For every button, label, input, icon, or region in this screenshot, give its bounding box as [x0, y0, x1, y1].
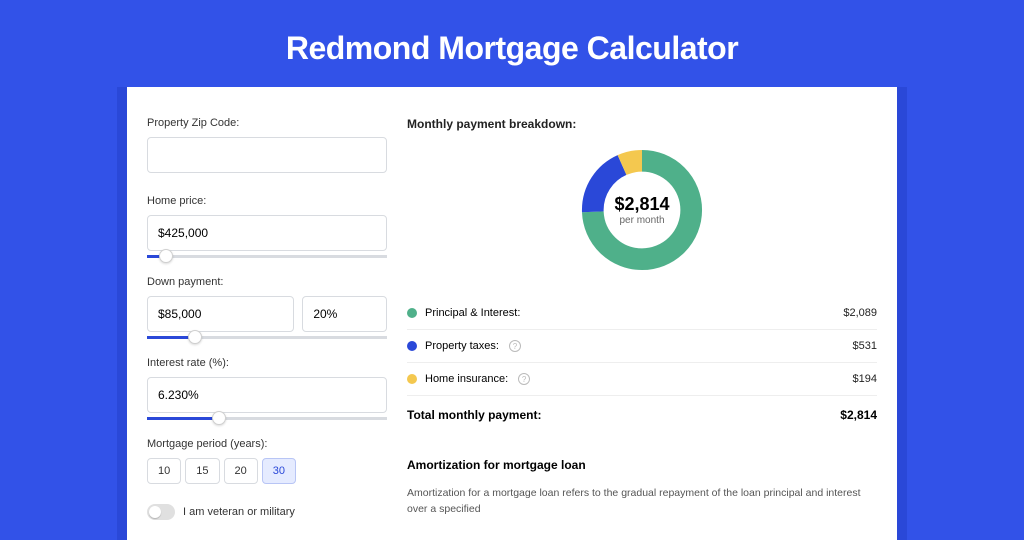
rate-label: Interest rate (%):: [147, 357, 387, 369]
calculator-card: Property Zip Code: Home price: Down paym…: [127, 87, 897, 540]
info-icon[interactable]: ?: [518, 373, 530, 385]
down-label: Down payment:: [147, 276, 387, 288]
down-input[interactable]: [147, 296, 294, 332]
dot-icon: [407, 308, 417, 318]
rate-input[interactable]: [147, 377, 387, 413]
price-input[interactable]: [147, 215, 387, 251]
zip-input[interactable]: [147, 137, 387, 173]
amortization-title: Amortization for mortgage loan: [407, 458, 877, 472]
donut-center-sub: per month: [619, 215, 664, 226]
price-slider[interactable]: [147, 255, 387, 258]
total-value: $2,814: [840, 408, 877, 422]
period-20[interactable]: 20: [224, 458, 258, 484]
legend-label: Principal & Interest:: [425, 307, 520, 319]
breakdown-panel: Monthly payment breakdown: $2,814 per mo…: [407, 117, 877, 520]
legend-value: $531: [853, 340, 877, 352]
period-30[interactable]: 30: [262, 458, 296, 484]
legend-value: $2,089: [843, 307, 877, 319]
donut-center-amount: $2,814: [614, 194, 669, 215]
legend-value: $194: [853, 373, 877, 385]
period-10[interactable]: 10: [147, 458, 181, 484]
rate-slider[interactable]: [147, 417, 387, 420]
price-label: Home price:: [147, 195, 387, 207]
dot-icon: [407, 341, 417, 351]
legend-row-principal: Principal & Interest: $2,089: [407, 297, 877, 329]
veteran-row: I am veteran or military: [147, 504, 387, 520]
down-slider[interactable]: [147, 336, 387, 339]
zip-label: Property Zip Code:: [147, 117, 387, 129]
info-icon[interactable]: ?: [509, 340, 521, 352]
period-label: Mortgage period (years):: [147, 438, 387, 450]
period-group: 10 15 20 30: [147, 458, 387, 484]
legend-row-insurance: Home insurance: ? $194: [407, 362, 877, 395]
dot-icon: [407, 374, 417, 384]
donut-chart: $2,814 per month: [407, 145, 877, 275]
content-band: Property Zip Code: Home price: Down paym…: [117, 87, 907, 540]
total-row: Total monthly payment: $2,814: [407, 395, 877, 434]
amortization-text: Amortization for a mortgage loan refers …: [407, 486, 877, 518]
total-label: Total monthly payment:: [407, 408, 541, 422]
veteran-toggle[interactable]: [147, 504, 175, 520]
page-title: Redmond Mortgage Calculator: [0, 0, 1024, 87]
down-pct-input[interactable]: [302, 296, 387, 332]
legend-label: Property taxes:: [425, 340, 499, 352]
breakdown-title: Monthly payment breakdown:: [407, 117, 877, 131]
legend-label: Home insurance:: [425, 373, 508, 385]
period-15[interactable]: 15: [185, 458, 219, 484]
veteran-label: I am veteran or military: [183, 506, 295, 518]
amortization-section: Amortization for mortgage loan Amortizat…: [407, 458, 877, 518]
inputs-panel: Property Zip Code: Home price: Down paym…: [147, 117, 387, 520]
legend-row-taxes: Property taxes: ? $531: [407, 329, 877, 362]
